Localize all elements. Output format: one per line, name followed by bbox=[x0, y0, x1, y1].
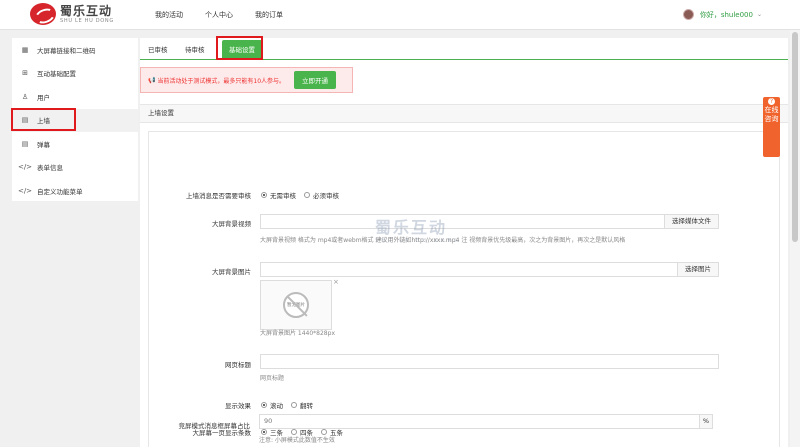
online-consult-button[interactable]: ? 在线咨询 bbox=[763, 97, 780, 157]
sidebar-item-barrage[interactable]: ▤ 弹幕 bbox=[12, 132, 138, 156]
image-help: 大屏背景图片 1440*828px bbox=[260, 330, 335, 337]
avatar bbox=[682, 9, 694, 20]
display-option-flip[interactable]: 翻转 bbox=[291, 400, 313, 410]
help-icon: ? bbox=[767, 97, 776, 106]
watermark: 蜀乐互动 SHU LE HU DONG bbox=[375, 218, 462, 244]
ratio-label: 竞屏模式消息框屏幕占比 bbox=[178, 422, 251, 430]
user-menu[interactable]: 你好，shule000 ⌄ bbox=[682, 9, 762, 20]
image-label: 大屏背景图片 bbox=[212, 268, 251, 276]
tab-pending[interactable]: 待审核 bbox=[185, 44, 205, 54]
image-input[interactable] bbox=[260, 262, 678, 277]
sidebar-item-label: 弹幕 bbox=[37, 140, 50, 149]
scrollbar-thumb[interactable] bbox=[792, 32, 798, 242]
sidebar-item-form-info[interactable]: </> 表单信息 bbox=[12, 156, 138, 180]
code-icon: </> bbox=[17, 186, 33, 195]
page-title-help: 网页标题 bbox=[260, 375, 285, 382]
highlight-box-tab bbox=[216, 36, 263, 60]
grid-icon: ⊞ bbox=[22, 69, 28, 78]
top-bar: 蜀乐互动 SHU LE HU DONG 我的活动 个人中心 我的订单 你好，sh… bbox=[0, 0, 800, 30]
logo-icon bbox=[30, 3, 56, 25]
nav-personal-center[interactable]: 个人中心 bbox=[205, 10, 233, 20]
top-nav: 我的活动 个人中心 我的订单 bbox=[155, 10, 305, 20]
sidebar-item-label: 互动基础配置 bbox=[37, 70, 76, 79]
sidebar-item-label: 大屏幕链接和二维码 bbox=[37, 46, 96, 55]
sidebar-item-screen-link[interactable]: ▦ 大屏幕链接和二维码 bbox=[12, 38, 138, 62]
nav-my-activities[interactable]: 我的活动 bbox=[155, 10, 183, 20]
user-greeting: 你好，shule000 bbox=[699, 10, 753, 19]
alert-text: 当前活动处于测试模式，最多只能有10人参与。 bbox=[157, 77, 286, 85]
scrollbar[interactable] bbox=[790, 30, 800, 447]
barrage-icon: ▤ bbox=[21, 139, 29, 148]
sidebar-item-users[interactable]: ♙ 用户 bbox=[12, 85, 138, 109]
ratio-input[interactable]: 90 bbox=[259, 414, 700, 429]
tab-approved[interactable]: 已审核 bbox=[148, 44, 168, 54]
video-label: 大屏背景视频 bbox=[212, 220, 251, 228]
page-title-input[interactable] bbox=[260, 354, 719, 369]
display-option-scroll[interactable]: 滚动 bbox=[261, 400, 283, 410]
activate-button[interactable]: 立即开通 bbox=[294, 71, 337, 89]
review-option-none[interactable]: 无需审核 bbox=[261, 190, 296, 200]
review-option-required[interactable]: 必须审核 bbox=[304, 190, 339, 200]
logo[interactable]: 蜀乐互动 SHU LE HU DONG bbox=[30, 3, 114, 25]
remove-image-icon[interactable]: × bbox=[333, 278, 339, 286]
select-image-button[interactable]: 选择图片 bbox=[677, 262, 719, 277]
sidebar-item-label: 自定义功能菜单 bbox=[37, 187, 83, 196]
consult-label: 在线咨询 bbox=[764, 106, 779, 123]
image-preview: 暂无图片 bbox=[260, 280, 332, 330]
percent-addon: % bbox=[699, 414, 713, 429]
chevron-down-icon: ⌄ bbox=[756, 11, 762, 18]
main-content: 已审核 待审核 基础设置 📢 当前活动处于测试模式，最多只能有10人参与。 立即… bbox=[140, 38, 788, 447]
test-mode-alert: 📢 当前活动处于测试模式，最多只能有10人参与。 立即开通 bbox=[140, 67, 353, 93]
display-effect-label: 显示效果 bbox=[225, 402, 251, 410]
sidebar-item-basic-config[interactable]: ⊞ 互动基础配置 bbox=[12, 62, 138, 86]
video-input[interactable] bbox=[260, 214, 665, 229]
megaphone-icon: 📢 bbox=[148, 76, 158, 84]
highlight-box-sidebar bbox=[11, 108, 76, 131]
page-title-label: 网页标题 bbox=[225, 361, 251, 369]
logo-title: 蜀乐互动 bbox=[60, 3, 113, 18]
settings-form: 上墙消息是否需要审核 无需审核 必须审核 大屏背景视频 选择媒体文件 大屏背景视… bbox=[148, 131, 780, 447]
sidebar-item-label: 表单信息 bbox=[37, 164, 63, 173]
sidebar-item-custom-menu[interactable]: </> 自定义功能菜单 bbox=[12, 179, 138, 203]
ratio-help: 注意: 小屏模式此数值不生效 bbox=[259, 437, 335, 444]
panel-title: 上墙设置 bbox=[140, 104, 788, 123]
review-label: 上墙消息是否需要审核 bbox=[186, 192, 251, 200]
nav-my-orders[interactable]: 我的订单 bbox=[255, 10, 283, 20]
user-icon: ♙ bbox=[21, 92, 29, 101]
select-media-button[interactable]: 选择媒体文件 bbox=[664, 214, 719, 229]
no-image-icon: 暂无图片 bbox=[283, 292, 309, 318]
sidebar-item-label: 用户 bbox=[37, 93, 50, 102]
logo-subtitle: SHU LE HU DONG bbox=[60, 17, 114, 24]
code-icon: </> bbox=[17, 163, 33, 172]
qr-icon: ▦ bbox=[21, 45, 29, 54]
